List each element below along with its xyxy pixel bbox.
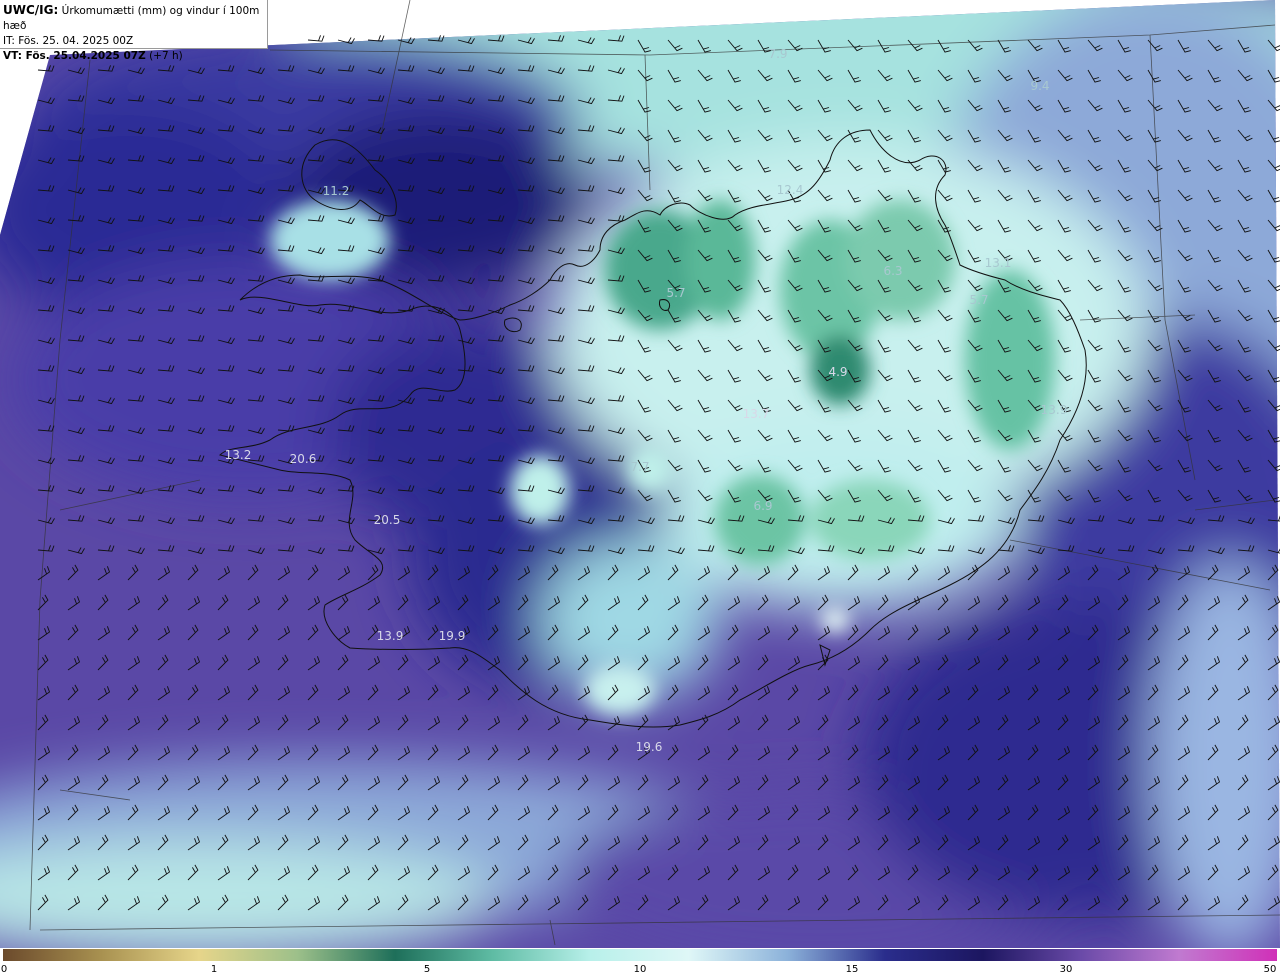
map-value-label: 13.2: [224, 448, 252, 462]
colorbar-tick: 10: [633, 964, 647, 975]
map-value-label: 19.9: [438, 629, 466, 643]
precipitation-wind-map: [0, 0, 1280, 950]
map-value-label: 19.6: [635, 740, 663, 754]
map-value-label: 12.4: [776, 183, 804, 197]
colorbar-tick: 1: [210, 964, 218, 975]
map-value-label: 7.9: [768, 47, 788, 61]
map-value-label: 20.6: [289, 452, 317, 466]
colorbar-tick: 15: [845, 964, 859, 975]
map-value-label: 4.9: [828, 365, 848, 379]
map-title-box: UWC/IG: Úrkomumætti (mm) og vindur í 100…: [0, 0, 268, 62]
map-value-label: 13.7: [742, 407, 770, 421]
map-value-label: 5.7: [666, 286, 686, 300]
map-value-label: 13.9: [376, 629, 404, 643]
map-value-label: 5.7: [969, 293, 989, 307]
map-value-label: 7.7: [630, 460, 650, 474]
title-line-1: UWC/IG: Úrkomumætti (mm) og vindur í 100…: [3, 3, 267, 34]
colorbar-legend: 0 1 5 10 15 30 50: [0, 948, 1280, 978]
title-line-2: IT: Fös. 25. 04. 2025 00Z: [3, 35, 134, 47]
map-value-label: 13.1: [984, 256, 1012, 270]
colorbar-tick: 30: [1059, 964, 1073, 975]
lead-time-label: (+7 h): [145, 50, 183, 62]
colorbar-tick: 50: [1263, 964, 1277, 975]
title-line-3: VT: Fös. 25.04.2025 07Z (+7 h): [3, 49, 267, 64]
map-value-label: 9.4: [1030, 79, 1050, 93]
model-label: UWC/IG:: [3, 3, 59, 17]
map-value-label: 20.5: [373, 513, 401, 527]
colorbar-gradient: [3, 949, 1277, 961]
colorbar-tick: 5: [423, 964, 431, 975]
map-value-label: 13.9: [1040, 403, 1068, 417]
map-value-label: 6.9: [753, 499, 773, 513]
map-value-label: 11.2: [322, 184, 350, 198]
valid-time-label: VT: Fös. 25.04.2025 07Z: [3, 50, 146, 62]
precipitation-field: [0, 0, 1280, 950]
colorbar-tick: 0: [0, 964, 8, 975]
map-value-label: 6.3: [883, 264, 903, 278]
